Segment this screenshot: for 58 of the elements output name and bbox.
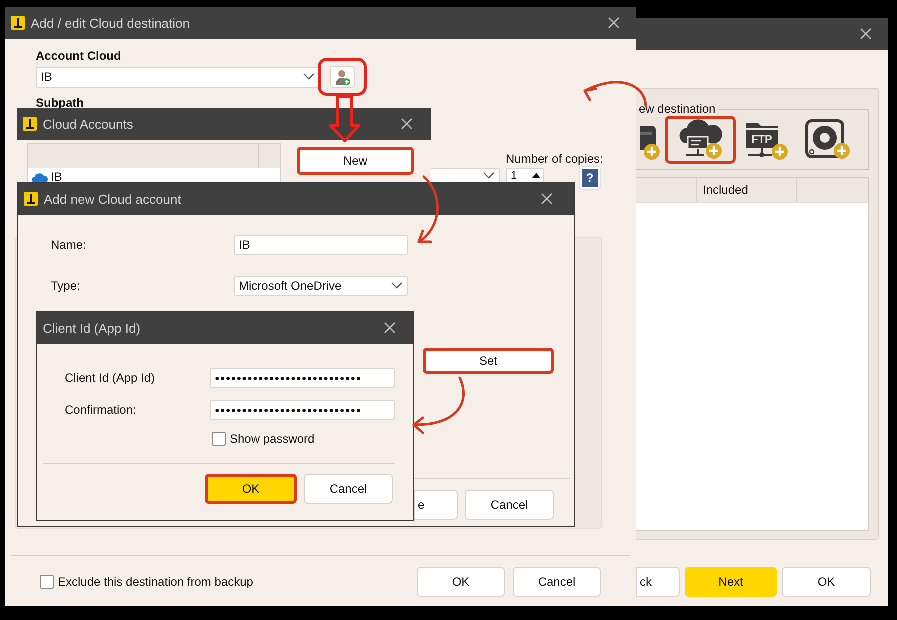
field-label: Number of copies: [506, 152, 604, 166]
cloud-destination-button[interactable] [665, 116, 736, 164]
close-icon[interactable] [608, 17, 620, 29]
curved-arrow [584, 81, 648, 108]
dialog-button[interactable]: Next [685, 567, 777, 597]
spin-up-icon[interactable] [532, 172, 541, 179]
disc-drive-icon [804, 119, 852, 161]
account-dropdown[interactable]: IB [36, 66, 320, 88]
field-label: Client Id (App Id) [65, 371, 156, 385]
dialog-button[interactable]: OK [417, 567, 505, 597]
close-icon[interactable] [860, 28, 872, 40]
ftp-destination-button[interactable]: FTP [736, 116, 796, 164]
checkbox[interactable] [212, 432, 226, 446]
dialog-button[interactable]: e [414, 490, 458, 520]
password-field[interactable]: ●●●●●●●●●●●●●●●●●●●●●●●●●●● [210, 368, 395, 388]
chevron-icon [391, 282, 403, 290]
spin-field[interactable]: 1 [506, 168, 544, 182]
add-account-button[interactable] [330, 66, 355, 88]
user-add-icon [334, 68, 350, 86]
window-title: Add new Cloud account [44, 192, 182, 206]
dialog-button[interactable]: OK [782, 567, 871, 597]
close-icon[interactable] [541, 193, 553, 205]
dropdown-field[interactable] [431, 168, 500, 182]
dialog-button[interactable]: Cancel [304, 474, 393, 504]
curved-arrow [418, 176, 439, 244]
app-logo-icon [23, 117, 37, 131]
checkbox[interactable] [40, 575, 54, 589]
field-label: Name: [51, 238, 88, 252]
dialog-button[interactable]: OK [205, 474, 297, 504]
group-title: ew destination [638, 102, 717, 116]
cloud-icon [32, 172, 48, 182]
checkbox-label: Exclude this destination from backup [58, 575, 254, 589]
column-header: Included [697, 178, 797, 202]
window-title: Client Id (App Id) [43, 320, 141, 336]
window-title: Add / edit Cloud destination [31, 16, 190, 30]
name-field[interactable]: IB [234, 235, 408, 255]
dialog-button[interactable]: Cancel [465, 490, 554, 520]
field-label: Confirmation: [65, 403, 138, 417]
list-item[interactable]: IB [28, 168, 280, 186]
curved-arrow [412, 376, 465, 434]
dialog-button[interactable]: ck [636, 567, 680, 597]
new-button[interactable]: New [297, 147, 414, 175]
field-label: Account Cloud [36, 49, 122, 63]
close-icon[interactable] [401, 118, 413, 130]
field-label: Subpath [36, 96, 84, 110]
help-button[interactable]: ? [579, 166, 601, 190]
checkbox-label: Show password [230, 432, 315, 446]
chevron-icon [483, 172, 495, 180]
field-label: Type: [51, 279, 82, 293]
set-button[interactable]: Set [423, 348, 554, 374]
close-icon[interactable] [384, 322, 396, 334]
window-title: Cloud Accounts [43, 116, 134, 132]
dialog-button[interactable]: Cancel [513, 567, 601, 597]
app-logo-icon [24, 192, 38, 206]
chevron-icon [303, 73, 315, 81]
app-logo-icon [11, 16, 25, 30]
type-dropdown[interactable]: Microsoft OneDrive [234, 276, 408, 296]
password-field[interactable]: ●●●●●●●●●●●●●●●●●●●●●●●●●●● [210, 400, 395, 420]
